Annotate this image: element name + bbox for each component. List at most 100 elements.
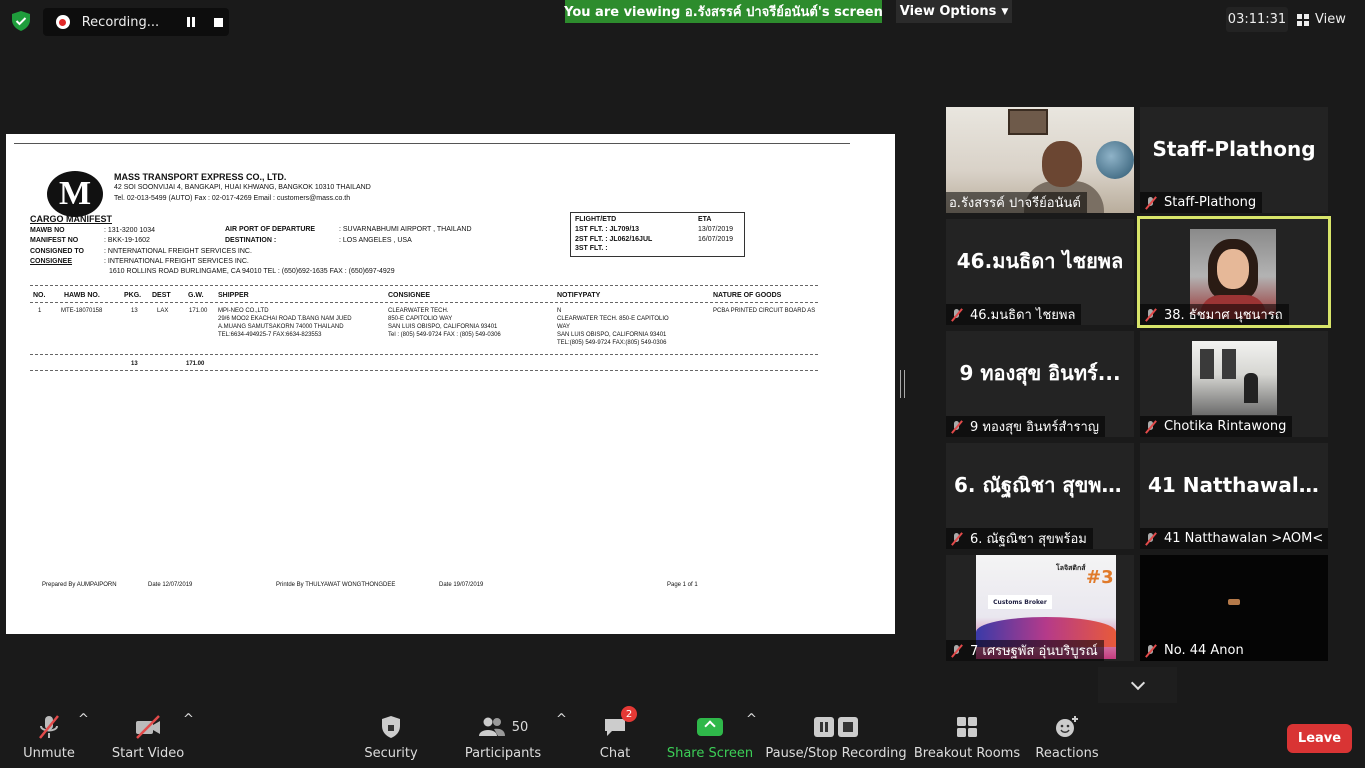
breakout-rooms-button[interactable]: Breakout Rooms (913, 712, 1021, 768)
stop-recording-button[interactable] (207, 11, 229, 33)
participant-name: 46.มนธิดา ไชยพล (946, 304, 1082, 325)
share-screen-label: Share Screen (666, 746, 754, 761)
share-options-caret[interactable]: ^ (746, 712, 757, 768)
consignee-address: 1610 ROLLINS ROAD BURLINGAME, CA 94010 T… (109, 268, 395, 275)
participant-name: Staff-Plathong (1140, 192, 1263, 213)
audio-options-caret[interactable]: ^ (78, 712, 89, 768)
col-header: HAWB NO. (64, 292, 100, 299)
share-screen-icon (697, 718, 723, 736)
flight-2: 2ST FLT. : JL062/16JUL (575, 236, 653, 243)
participant-tile[interactable]: 41 Natthawalan... 41 Natthawalan >AOM< (1140, 443, 1328, 549)
col-header: CONSIGNEE (388, 292, 431, 299)
pause-recording-button[interactable] (180, 11, 202, 33)
reactions-button[interactable]: Reactions (1035, 712, 1099, 768)
participant-tile[interactable]: 9 ทองสุข อินทร์... 9 ทองสุข อินทร์สำราญ (946, 331, 1134, 437)
participant-display-name-text: 46.มนธิดา ไชยพล (956, 249, 1124, 273)
unmute-button[interactable]: Unmute (20, 712, 78, 768)
mic-off-icon (1143, 420, 1159, 434)
security-label: Security (364, 746, 418, 761)
cell: CLEARWATER TECH. 850-E CAPITOLIO (557, 316, 669, 322)
divider (30, 354, 818, 355)
participant-display-name-text: 6. ณัฐณิชา สุขพร้... (954, 473, 1126, 497)
view-options-label: View Options (899, 4, 997, 19)
flight-3: 3ST FLT. : (575, 245, 608, 252)
participant-tile[interactable]: 6. ณัฐณิชา สุขพร้... 6. ณัฐณิชา สุขพร้อม (946, 443, 1134, 549)
participant-tile[interactable]: No. 44 Anon (1140, 555, 1328, 661)
cell: TEL:(805) 549-9724 FAX:(805) 549-0306 (557, 340, 667, 346)
total-pkg: 13 (131, 361, 138, 367)
total-gw: 171.00 (186, 361, 205, 367)
share-screen-button[interactable]: Share Screen (666, 712, 754, 768)
recording-indicator: Recording... (43, 8, 229, 36)
participant-name: 9 ทองสุข อินทร์สำราญ (946, 416, 1105, 437)
participant-name: Chotika Rintawong (1140, 416, 1293, 437)
pause-stop-label: Pause/Stop Recording (765, 746, 907, 761)
gallery-scroll-down-button[interactable] (1098, 667, 1177, 703)
shield-check-icon[interactable] (10, 10, 32, 32)
view-label: View (1315, 12, 1346, 27)
mic-off-icon (949, 308, 965, 322)
eta-1: 13/07/2019 (698, 226, 734, 233)
meeting-timer: 03:11:31 (1226, 7, 1288, 32)
participant-display-name-text: 41 Natthawalan... (1148, 473, 1320, 497)
chat-button[interactable]: 2 Chat (598, 706, 637, 768)
eta-2: 16/07/2019 (698, 236, 734, 243)
participants-button[interactable]: 50 Participants (465, 712, 541, 768)
cell: 171.00 (189, 308, 208, 314)
breakout-rooms-label: Breakout Rooms (913, 746, 1021, 761)
leave-button[interactable]: Leave (1287, 724, 1352, 753)
participant-display-name-text: Staff-Plathong (1152, 137, 1316, 161)
viewing-banner: You are viewing อ.รังสรรค์ ปาจรีย์อนันต์… (564, 0, 883, 23)
participant-name-text: 46.มนธิดา ไชยพล (970, 308, 1076, 323)
participant-video (1190, 229, 1276, 319)
pause-stop-icon (814, 717, 858, 737)
reactions-label: Reactions (1035, 746, 1099, 761)
flight-header: FLIGHT/ETD (575, 216, 617, 223)
mic-off-icon (39, 715, 59, 739)
eta-header: ETA (698, 216, 712, 223)
mawb-value: : 131-3200 1034 (104, 227, 155, 234)
start-video-button[interactable]: Start Video (110, 712, 186, 768)
view-button[interactable]: View (1297, 7, 1357, 32)
participant-name-text: 7 เศรษฐพัส อุ่นบริบูรณ์ (970, 644, 1098, 659)
participant-tile[interactable]: 46.มนธิดา ไชยพล 46.มนธิดา ไชยพล (946, 219, 1134, 325)
participant-tile[interactable]: Staff-Plathong Staff-Plathong (1140, 107, 1328, 213)
mic-off-icon (1143, 308, 1159, 322)
cell: MPI-NEO CO.,LTD (218, 308, 269, 314)
pause-stop-recording-button[interactable]: Pause/Stop Recording (765, 712, 907, 768)
printed-date: Date 19/07/2019 (439, 582, 484, 588)
page-number: Page 1 of 1 (667, 582, 698, 588)
participant-tile[interactable]: โลจิสติกส์ #3 Customs Broker 7 เศรษฐพัส … (946, 555, 1134, 661)
panel-resize-handle[interactable] (900, 370, 905, 398)
video-options-caret[interactable]: ^ (183, 712, 194, 768)
shared-screen: M MASS TRANSPORT EXPRESS CO., LTD. 42 SO… (6, 134, 895, 634)
col-header: G.W. (188, 292, 204, 299)
divider (30, 285, 818, 286)
participant-tile[interactable]: Chotika Rintawong (1140, 331, 1328, 437)
prepared-by: Prepared By AUMPAIPORN (42, 582, 117, 588)
reactions-icon (1056, 716, 1078, 737)
poster-box: Customs Broker (988, 595, 1052, 609)
prepared-date: Date 12/07/2019 (148, 582, 193, 588)
participant-name: 38. ธัชมาศ นุชนารถ (1140, 304, 1289, 325)
divider (14, 143, 850, 144)
grid-icon (1297, 13, 1309, 26)
participant-name: อ.รังสรรค์ ปาจรีย์อนันต์ (946, 192, 1087, 213)
consignee-label: CONSIGNEE (30, 258, 73, 265)
col-header: NO. (33, 292, 46, 299)
cell: 1 (38, 308, 42, 314)
participants-options-caret[interactable]: ^ (556, 712, 567, 768)
view-options-button[interactable]: View Options ▼ (896, 0, 1012, 23)
stop-icon (213, 17, 223, 27)
security-button[interactable]: Security (364, 712, 418, 768)
destination-label: DESTINATION : (225, 237, 277, 244)
printed-by: Printde By THULYAWAT WONGTHONGDEE (276, 582, 396, 588)
participant-name: No. 44 Anon (1140, 640, 1250, 661)
chat-label: Chat (599, 746, 631, 761)
participant-tile[interactable]: อ.รังสรรค์ ปาจรีย์อนันต์ (946, 107, 1134, 213)
participant-tile-active-speaker[interactable]: 38. ธัชมาศ นุชนารถ (1137, 216, 1331, 328)
cell: N (557, 308, 562, 314)
participant-name-text: 6. ณัฐณิชา สุขพร้อม (970, 532, 1087, 547)
col-header: SHIPPER (218, 292, 249, 299)
participant-name: 41 Natthawalan >AOM< (1140, 528, 1328, 549)
